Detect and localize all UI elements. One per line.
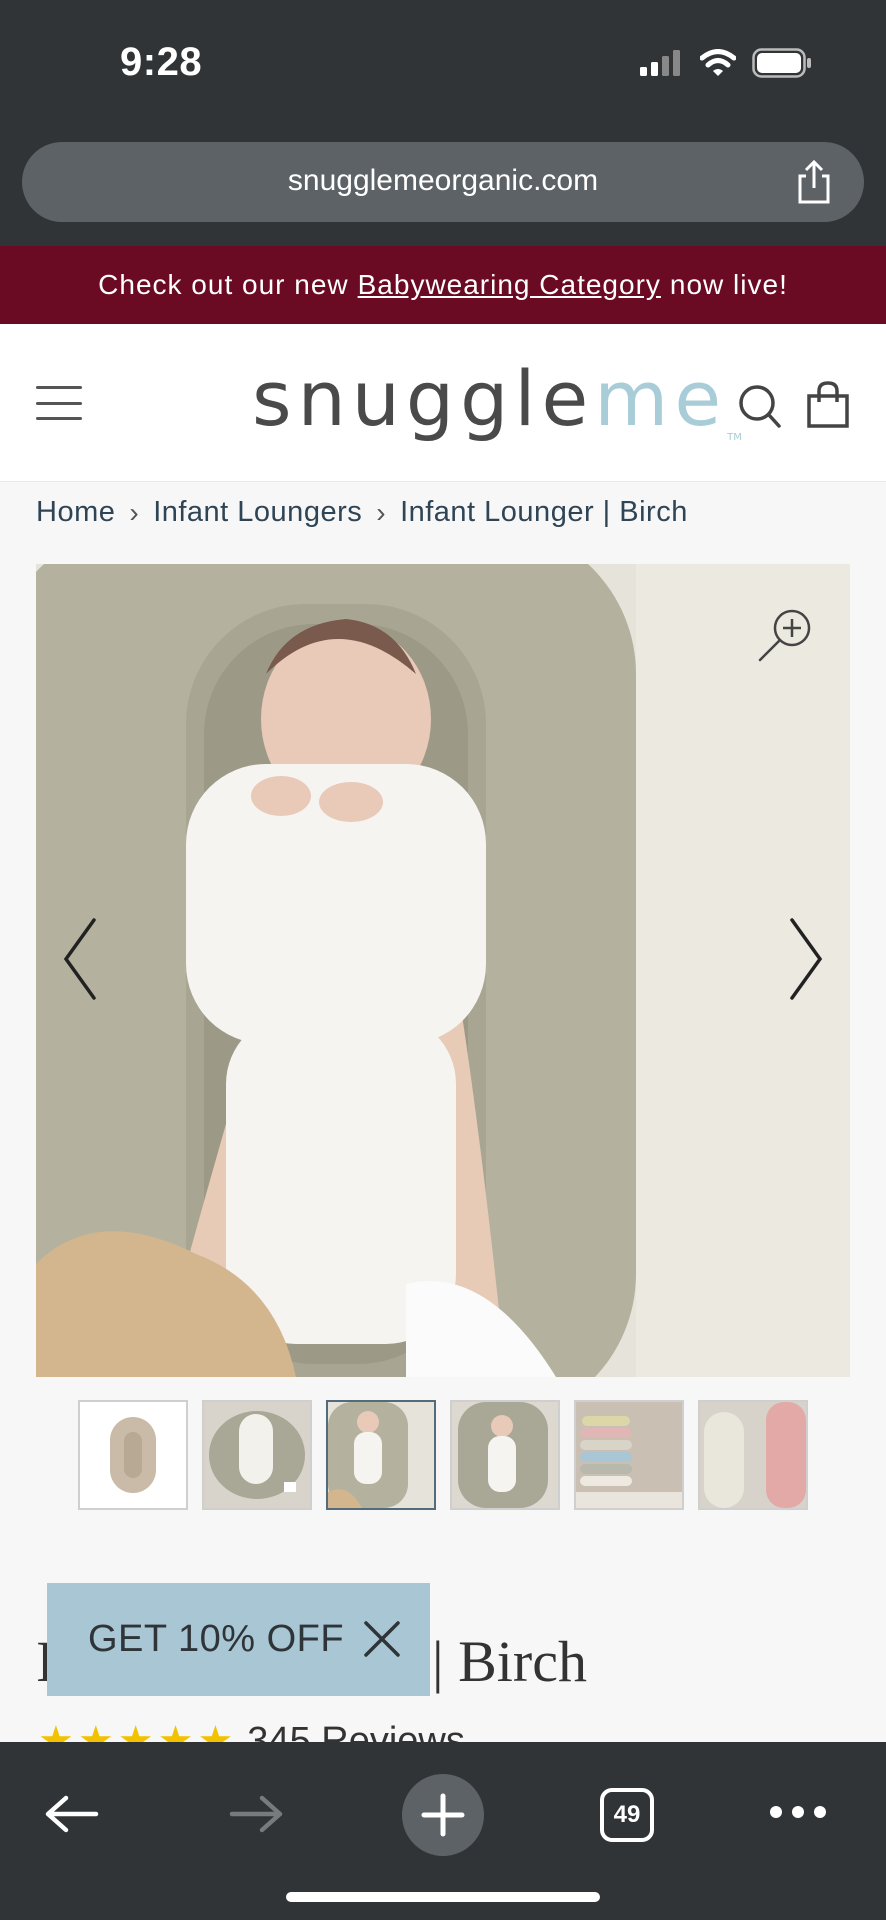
- status-icons: [640, 48, 812, 78]
- announcement-prefix: Check out our new: [98, 269, 349, 300]
- breadcrumb-current: Infant Lounger | Birch: [400, 496, 688, 528]
- thumbnail-2[interactable]: [202, 1400, 312, 1510]
- plus-icon: [421, 1793, 465, 1837]
- thumbnail-strip: [78, 1400, 808, 1510]
- product-photo: [36, 564, 850, 1377]
- previous-image-arrow-icon[interactable]: [60, 916, 100, 1002]
- logo-trademark: TM: [727, 432, 742, 443]
- tabs-icon[interactable]: 49: [600, 1788, 654, 1842]
- site-logo[interactable]: snugglemeTM: [252, 354, 742, 443]
- forward-arrow-icon: [229, 1795, 283, 1833]
- close-icon[interactable]: [362, 1619, 402, 1659]
- search-icon[interactable]: [738, 382, 782, 430]
- thumbnail-1[interactable]: [78, 1400, 188, 1510]
- browser-toolbar: 49: [0, 1742, 886, 1920]
- browser-url-area: snugglemeorganic.com: [0, 132, 886, 246]
- new-tab-button[interactable]: [402, 1774, 484, 1856]
- zoom-icon[interactable]: [756, 606, 816, 666]
- address-bar[interactable]: snugglemeorganic.com: [22, 142, 864, 222]
- thumbnail-4[interactable]: [450, 1400, 560, 1510]
- menu-icon[interactable]: [36, 386, 82, 420]
- logo-secondary: me: [594, 354, 728, 443]
- site-header: snugglemeTM: [0, 324, 886, 482]
- share-icon[interactable]: [792, 160, 836, 204]
- thumbnail-3[interactable]: [326, 1400, 436, 1510]
- more-icon[interactable]: [770, 1806, 826, 1822]
- babywearing-category-link[interactable]: Babywearing Category: [358, 269, 661, 301]
- discount-label[interactable]: GET 10% OFF: [88, 1618, 344, 1661]
- logo-primary: snuggle: [252, 354, 595, 443]
- product-title-tail: | Birch: [432, 1629, 587, 1694]
- battery-icon: [752, 48, 811, 78]
- chevron-right-icon: ›: [129, 496, 140, 528]
- thumbnail-5[interactable]: [574, 1400, 684, 1510]
- chevron-right-icon: ›: [376, 496, 387, 528]
- signal-icon: [640, 50, 680, 76]
- status-bar: 9:28: [0, 0, 886, 132]
- status-time: 9:28: [120, 40, 203, 84]
- discount-popup[interactable]: GET 10% OFF: [47, 1583, 430, 1696]
- breadcrumb: Home › Infant Loungers › Infant Lounger …: [36, 496, 688, 529]
- announcement-suffix: now live!: [669, 269, 788, 300]
- url-text[interactable]: snugglemeorganic.com: [22, 164, 864, 198]
- home-indicator[interactable]: [286, 1892, 600, 1902]
- back-arrow-icon[interactable]: [44, 1794, 100, 1834]
- breadcrumb-infant-loungers[interactable]: Infant Loungers: [153, 496, 362, 529]
- breadcrumb-home[interactable]: Home: [36, 496, 115, 529]
- wifi-icon: [700, 49, 736, 76]
- next-image-arrow-icon[interactable]: [786, 916, 826, 1002]
- announcement-bar: Check out our new Babywearing Category n…: [0, 246, 886, 324]
- thumbnail-6[interactable]: [698, 1400, 808, 1510]
- bag-icon[interactable]: [806, 380, 850, 428]
- product-main-image[interactable]: [36, 564, 850, 1377]
